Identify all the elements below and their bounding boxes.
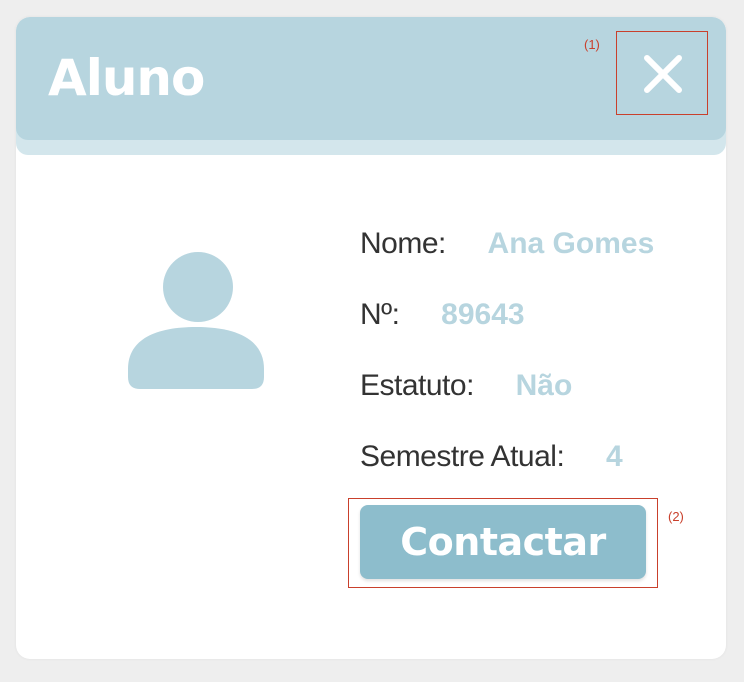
field-semestre-label: Semestre Atual: — [360, 440, 565, 473]
field-nome: Nome: Ana Gomes — [360, 227, 654, 261]
close-button[interactable] — [616, 31, 708, 115]
close-icon — [644, 55, 682, 93]
dialog-title: Aluno — [48, 49, 205, 107]
field-estatuto-value: Não — [515, 369, 573, 402]
field-estatuto-label: Estatuto: — [360, 369, 474, 402]
field-semestre: Semestre Atual: 4 — [360, 440, 623, 474]
field-nome-value: Ana Gomes — [487, 227, 655, 260]
field-numero-value: 89643 — [441, 298, 525, 331]
close-annotation-marker: (1) — [584, 37, 600, 52]
field-estatuto: Estatuto: Não — [360, 369, 572, 403]
student-dialog: Aluno (1) Nome: Ana Gomes Nº: 89643 Esta… — [16, 17, 726, 659]
contact-button[interactable]: Contactar — [360, 505, 646, 579]
field-semestre-value: 4 — [605, 440, 623, 473]
user-avatar-icon — [128, 252, 264, 389]
field-numero: Nº: 89643 — [360, 298, 525, 332]
contact-annotation-marker: (2) — [668, 509, 684, 524]
field-numero-label: Nº: — [360, 298, 400, 331]
field-nome-label: Nome: — [360, 227, 446, 260]
